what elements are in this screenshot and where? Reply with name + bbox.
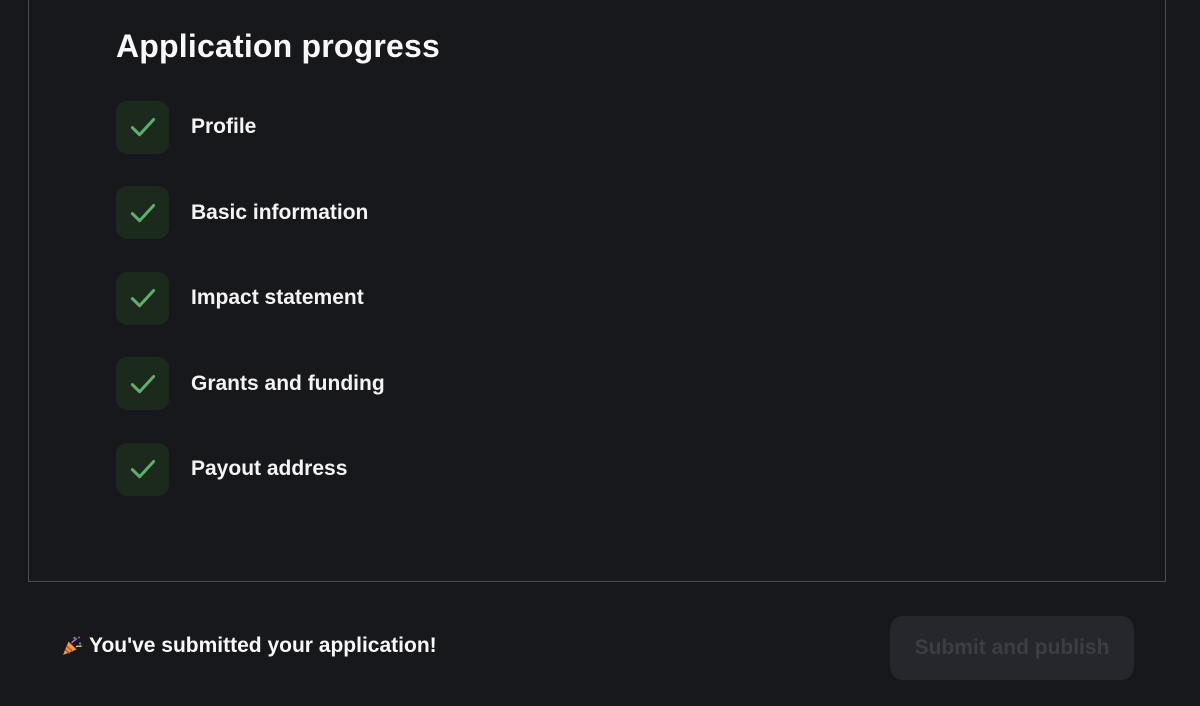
check-icon xyxy=(116,357,169,410)
step-label: Payout address xyxy=(191,457,348,480)
step-grants-and-funding: Grants and funding xyxy=(116,357,385,411)
step-impact-statement: Impact statement xyxy=(116,271,385,325)
step-label: Grants and funding xyxy=(191,371,385,395)
check-icon xyxy=(116,100,169,154)
step-label: Profile xyxy=(191,115,257,138)
step-profile: Profile xyxy=(116,100,385,154)
progress-steps: Profile Basic information Impact stateme… xyxy=(116,100,385,528)
step-payout-address: Payout address xyxy=(116,442,385,496)
party-popper-icon xyxy=(60,634,84,658)
submit-and-publish-button[interactable]: Submit and publish xyxy=(890,616,1134,680)
check-icon xyxy=(116,442,169,496)
submission-status: You've submitted your application! xyxy=(60,634,437,658)
submission-message: You've submitted your application! xyxy=(89,634,437,657)
check-icon xyxy=(116,186,169,239)
step-basic-information: Basic information xyxy=(116,186,385,240)
progress-title: Application progress xyxy=(116,28,441,64)
check-icon xyxy=(116,271,169,325)
step-label: Basic information xyxy=(191,200,369,224)
application-progress-card: Application progress Profile Basic infor… xyxy=(28,0,1166,582)
step-label: Impact statement xyxy=(191,286,364,309)
